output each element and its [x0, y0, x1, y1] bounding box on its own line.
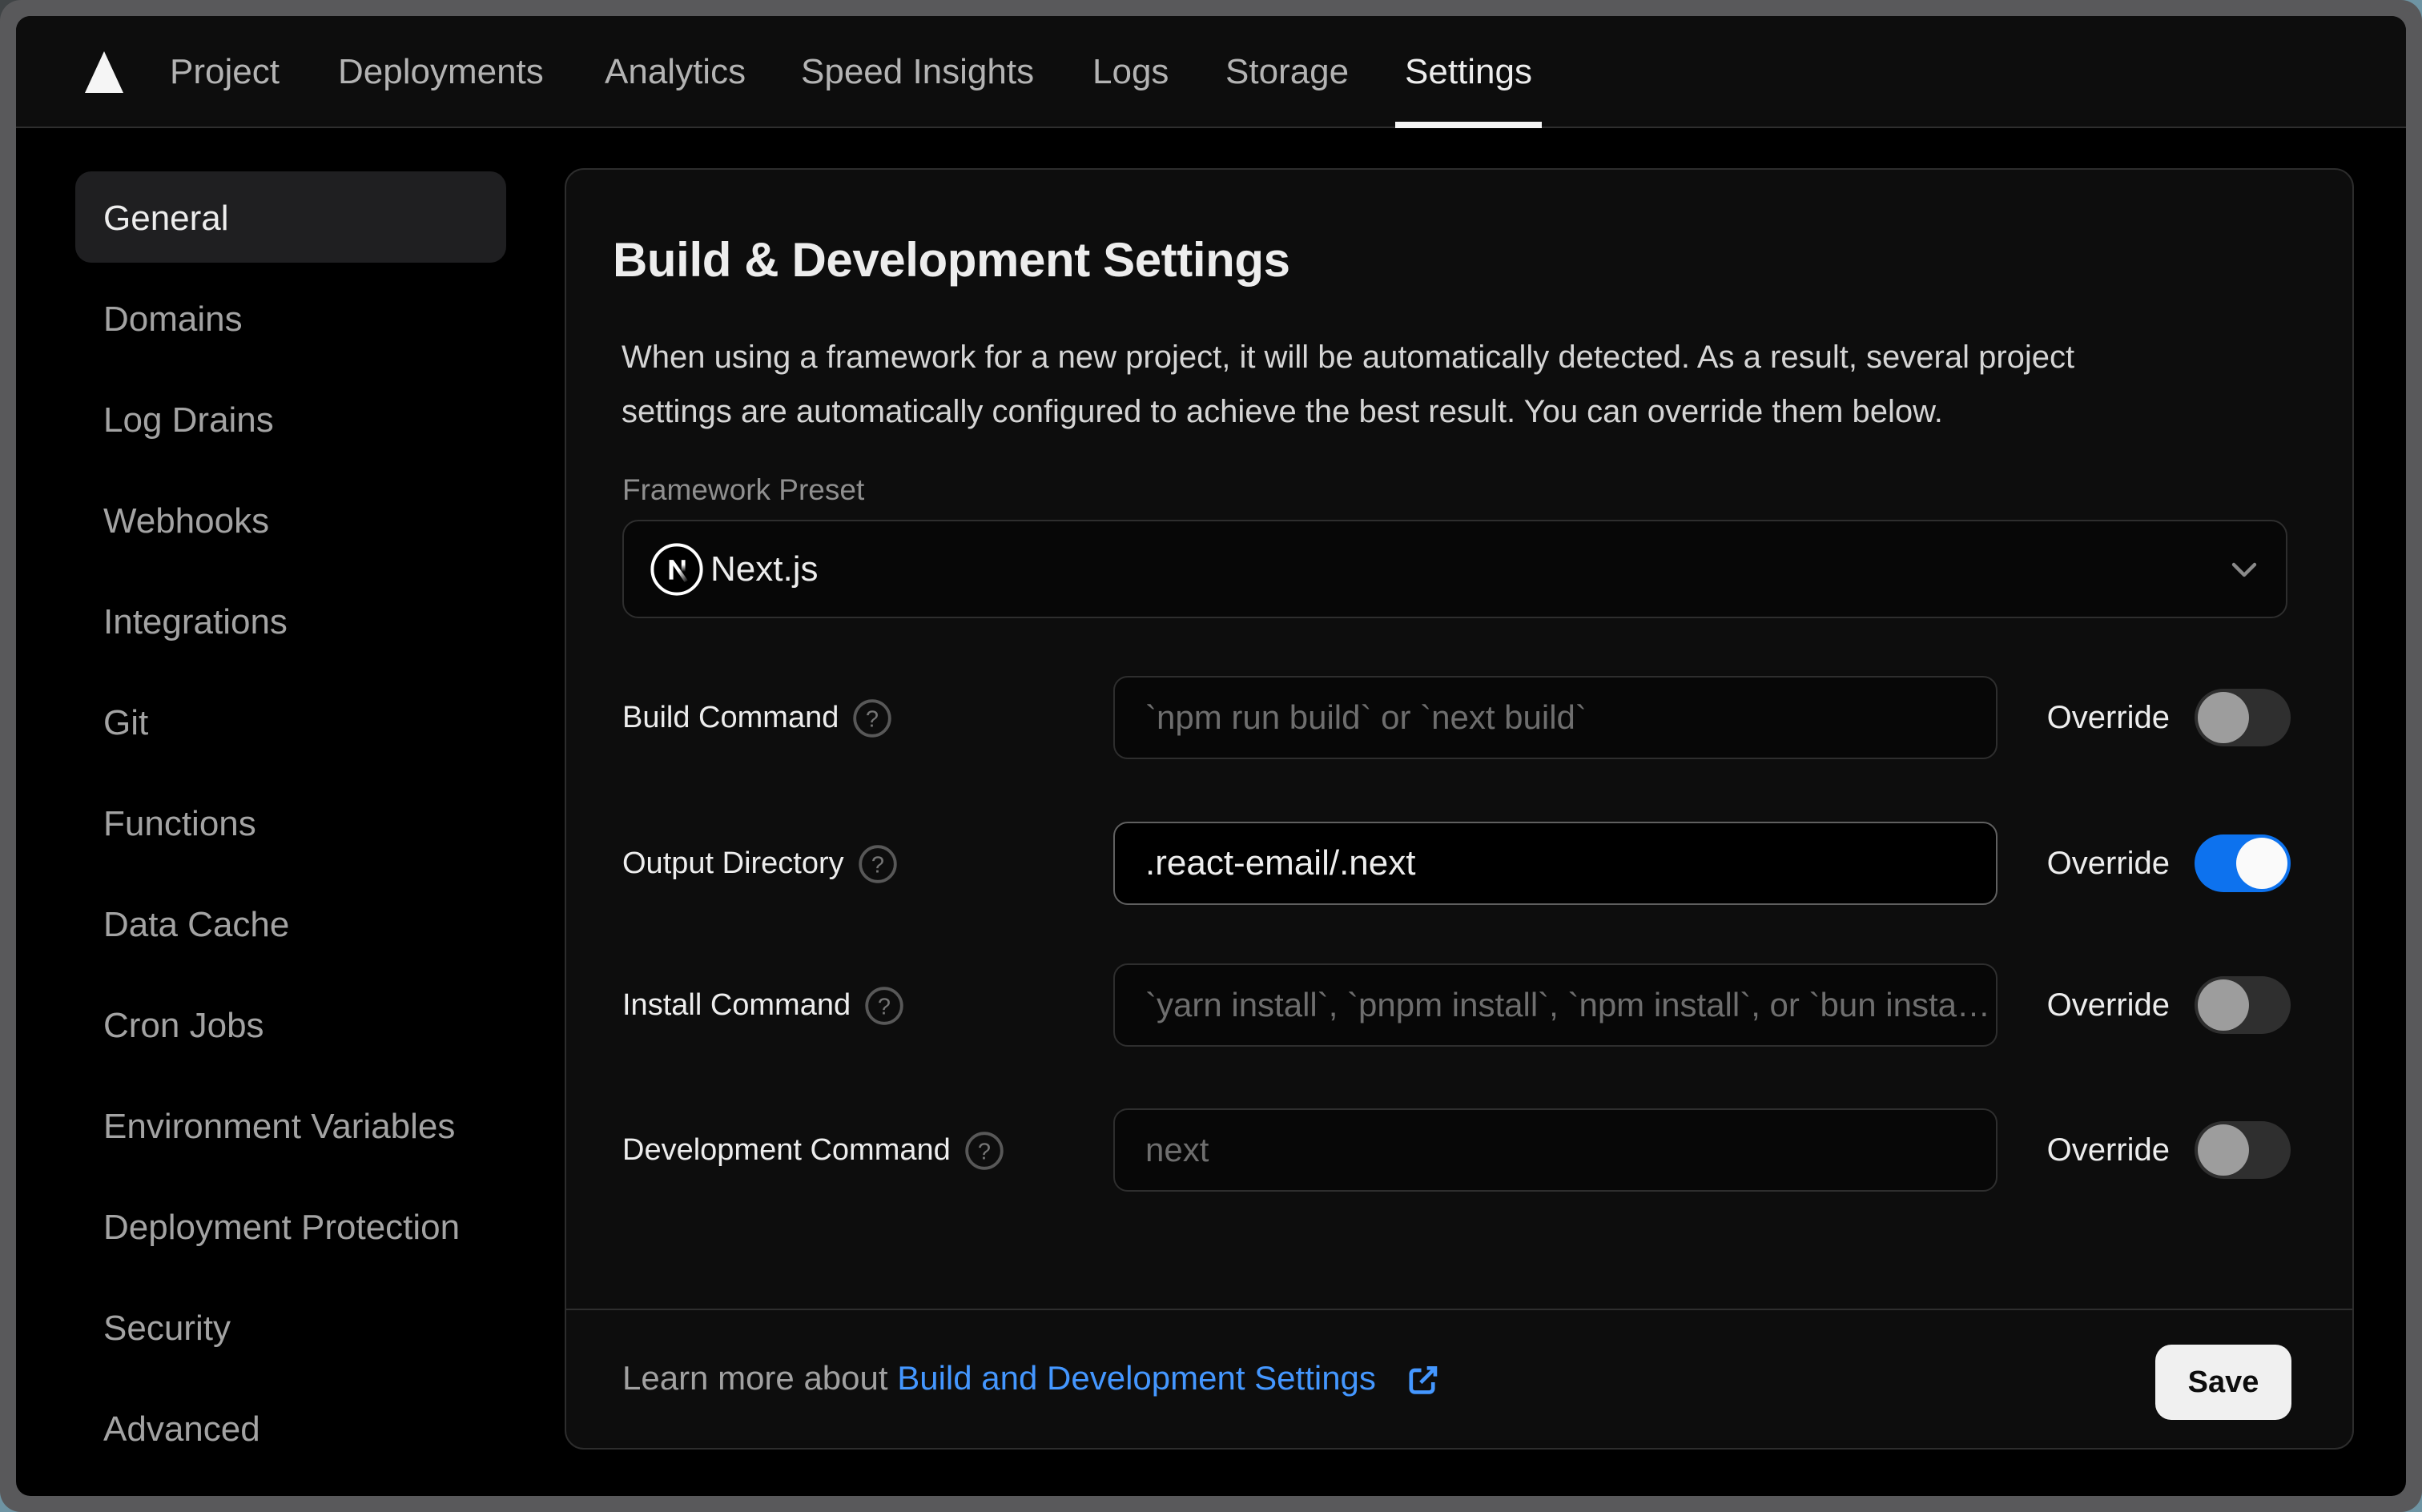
svg-text:?: ? [871, 852, 884, 878]
svg-text:?: ? [878, 994, 891, 1019]
svg-text:?: ? [866, 706, 879, 732]
svg-text:?: ? [978, 1139, 991, 1164]
